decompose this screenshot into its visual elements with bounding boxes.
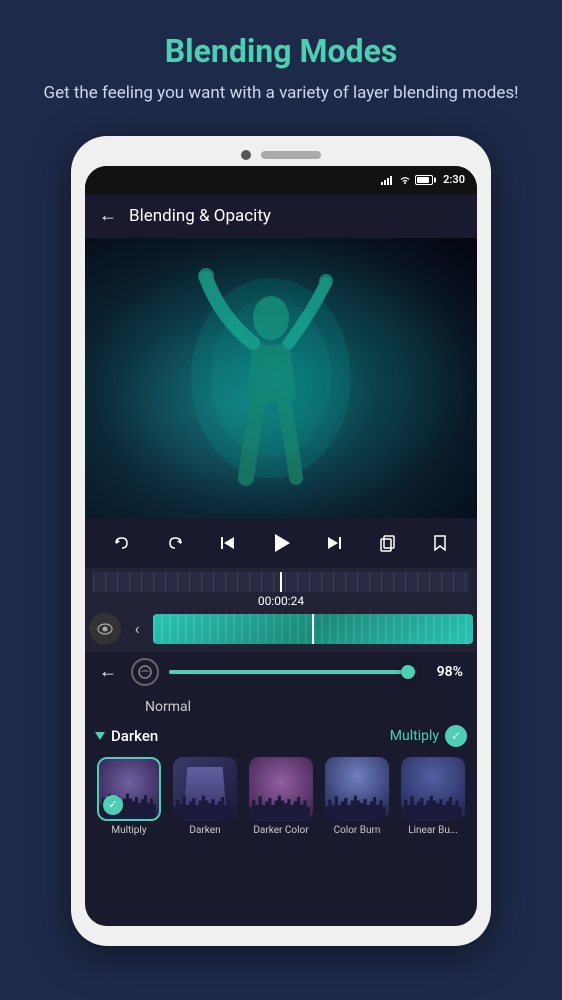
city-silhouette-2	[173, 786, 237, 821]
phone-wrapper: 2:30 ← Blending & Opacity	[0, 136, 562, 946]
blend-item-darken[interactable]: Darken	[171, 757, 239, 836]
blend-group-left: Darken	[95, 727, 158, 745]
blend-thumb-color-burn	[325, 757, 389, 821]
opacity-slider[interactable]	[169, 670, 417, 674]
blend-thumb-darken	[173, 757, 237, 821]
blend-label-multiply: Multiply	[111, 825, 146, 836]
copy-icon	[378, 534, 396, 552]
app-header-title: Blending & Opacity	[129, 206, 271, 226]
timeline-clip[interactable]	[153, 614, 473, 644]
play-icon	[270, 532, 292, 554]
bottom-back-button[interactable]: ←	[99, 661, 117, 682]
blend-item-multiply[interactable]: ✓ Multiply	[95, 757, 163, 836]
active-check-icon: ✓	[445, 725, 467, 747]
back-button[interactable]: ←	[99, 205, 117, 226]
blend-items-row: ✓ Multiply Darken	[95, 753, 467, 844]
phone-screen: 2:30 ← Blending & Opacity	[85, 166, 477, 926]
active-blend-name: Multiply	[390, 728, 439, 744]
blend-group-name: Darken	[111, 727, 158, 745]
city-silhouette-4	[325, 786, 389, 821]
timeline-track-row: ‹	[85, 610, 477, 648]
timeline-cursor	[280, 572, 282, 592]
opacity-slider-fill	[169, 670, 412, 674]
blend-section: Darken Multiply ✓ ✓ Multi	[85, 719, 477, 844]
blend-thumb-linear-burn	[401, 757, 465, 821]
blend-label-color-burn: Color Burn	[334, 825, 381, 836]
blend-thumb-darker-color	[249, 757, 313, 821]
phone-top-bar	[85, 150, 477, 160]
blend-group-right: Multiply ✓	[390, 725, 467, 747]
phone-speaker	[261, 151, 321, 159]
app-header: ← Blending & Opacity	[85, 194, 477, 238]
blend-group-header: Darken Multiply ✓	[95, 719, 467, 753]
phone-outer: 2:30 ← Blending & Opacity	[71, 136, 491, 946]
redo-icon	[166, 534, 184, 552]
expand-icon	[95, 732, 105, 740]
copy-button[interactable]	[369, 525, 405, 561]
header-section: Blending Modes Get the feeling you want …	[0, 0, 562, 126]
skip-back-button[interactable]	[210, 525, 246, 561]
blend-thumb-multiply: ✓	[97, 757, 161, 821]
blend-item-color-burn[interactable]: Color Burn	[323, 757, 391, 836]
timeline-timestamp: 00:00:24	[85, 592, 477, 610]
eye-button[interactable]	[89, 613, 121, 645]
wifi-icon	[399, 175, 411, 185]
skip-fwd-icon	[325, 534, 343, 552]
blend-label-linear-burn: Linear Bu...	[408, 825, 458, 836]
phone-camera	[241, 150, 251, 160]
bookmark-icon	[431, 534, 449, 552]
timeline-section: 00:00:24 ‹	[85, 568, 477, 652]
skip-back-icon	[219, 534, 237, 552]
battery-icon	[415, 175, 433, 185]
current-blend-mode: Normal	[145, 699, 191, 715]
controls-bar	[85, 518, 477, 568]
layers-icon	[138, 665, 152, 679]
status-icons	[381, 175, 433, 185]
video-preview	[85, 238, 477, 518]
skip-fwd-button[interactable]	[316, 525, 352, 561]
timeline-chevron[interactable]: ‹	[125, 617, 149, 641]
opacity-slider-thumb	[401, 665, 415, 679]
bottom-controls: ← 98%	[85, 652, 477, 692]
timeline-ruler	[93, 572, 469, 592]
redo-button[interactable]	[157, 525, 193, 561]
blend-label-row: Normal	[85, 692, 477, 719]
play-button[interactable]	[263, 525, 299, 561]
status-bar: 2:30	[85, 166, 477, 194]
blend-selected-check: ✓	[103, 795, 123, 815]
opacity-icon	[131, 658, 159, 686]
city-silhouette-3	[249, 786, 313, 821]
status-time: 2:30	[443, 173, 465, 186]
blend-item-linear-burn[interactable]: Linear Bu...	[399, 757, 467, 836]
opacity-value: 98%	[427, 664, 463, 680]
dancer-glow	[85, 238, 477, 518]
video-background	[85, 238, 477, 518]
page-subtitle: Get the feeling you want with a variety …	[40, 82, 522, 106]
undo-icon	[113, 534, 131, 552]
clip-cursor	[312, 614, 314, 644]
blend-label-darken: Darken	[189, 825, 220, 836]
bookmark-button[interactable]	[422, 525, 458, 561]
blend-item-darker-color[interactable]: Darker Color	[247, 757, 315, 836]
blend-label-darker-color: Darker Color	[253, 825, 308, 836]
undo-button[interactable]	[104, 525, 140, 561]
signal-icon	[381, 175, 395, 185]
page-title: Blending Modes	[40, 32, 522, 70]
city-silhouette-5	[401, 786, 465, 821]
eye-icon	[97, 623, 113, 635]
